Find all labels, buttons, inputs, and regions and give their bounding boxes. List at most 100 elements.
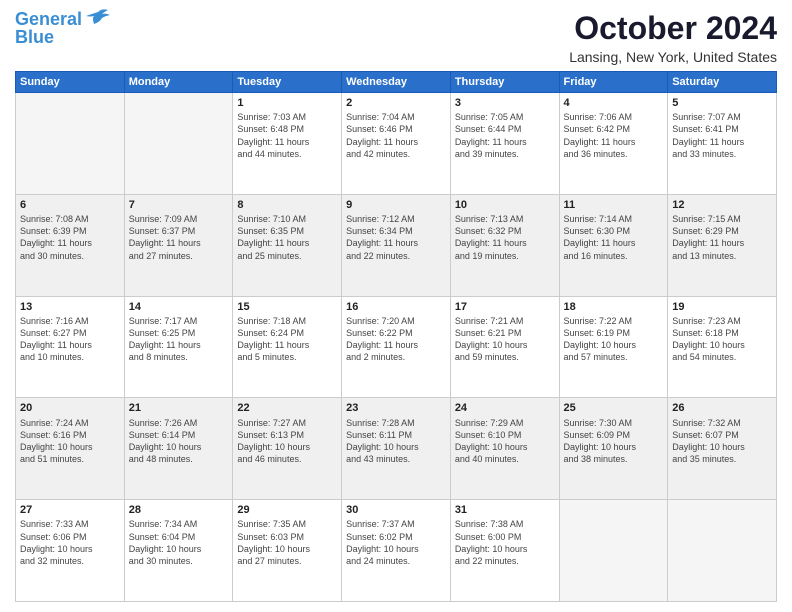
day-info: Sunrise: 7:22 AM Sunset: 6:19 PM Dayligh… [564,315,664,364]
weekday-header-sunday: Sunday [16,72,125,93]
day-number: 2 [346,96,446,110]
day-info: Sunrise: 7:18 AM Sunset: 6:24 PM Dayligh… [237,315,337,364]
calendar-cell: 22 Sunrise: 7:27 AM Sunset: 6:13 PM Dayli… [233,398,342,500]
calendar-cell: 18Sunrise: 7:22 AM Sunset: 6:19 PM Dayli… [559,296,668,398]
calendar-cell: 20 Sunrise: 7:24 AM Sunset: 6:16 PM Dayli… [16,398,125,500]
calendar-cell: 8Sunrise: 7:10 AM Sunset: 6:35 PM Daylig… [233,194,342,296]
calendar-cell: 21 Sunrise: 7:26 AM Sunset: 6:14 PM Dayli… [124,398,233,500]
day-info: Sunrise: 7:16 AM Sunset: 6:27 PM Dayligh… [20,315,120,364]
calendar-cell: 30Sunrise: 7:37 AM Sunset: 6:02 PM Dayli… [342,500,451,602]
day-number: 19 [672,300,772,314]
day-number: 21 [129,401,229,415]
calendar-cell: 28Sunrise: 7:34 AM Sunset: 6:04 PM Dayli… [124,500,233,602]
day-info: Sunrise: 7:08 AM Sunset: 6:39 PM Dayligh… [20,213,120,262]
day-info: Sunrise: 7:35 AM Sunset: 6:03 PM Dayligh… [237,518,337,567]
day-number: 18 [564,300,664,314]
day-info: Sunrise: 7:04 AM Sunset: 6:46 PM Dayligh… [346,111,446,160]
day-info: Sunrise: 7:34 AM Sunset: 6:04 PM Dayligh… [129,518,229,567]
calendar-cell: 13Sunrise: 7:16 AM Sunset: 6:27 PM Dayli… [16,296,125,398]
day-info: Sunrise: 7:14 AM Sunset: 6:30 PM Dayligh… [564,213,664,262]
calendar-cell: 6Sunrise: 7:08 AM Sunset: 6:39 PM Daylig… [16,194,125,296]
day-number: 28 [129,503,229,517]
calendar-row: 1Sunrise: 7:03 AM Sunset: 6:48 PM Daylig… [16,93,777,195]
day-info: Sunrise: 7:32 AM Sunset: 6:07 PM Dayligh… [672,417,772,466]
logo-text: General Blue [15,10,82,46]
day-number: 9 [346,198,446,212]
weekday-header-wednesday: Wednesday [342,72,451,93]
calendar-cell: 10Sunrise: 7:13 AM Sunset: 6:32 PM Dayli… [450,194,559,296]
day-number: 29 [237,503,337,517]
day-number: 11 [564,198,664,212]
day-info: Sunrise: 7:29 AM Sunset: 6:10 PM Dayligh… [455,417,555,466]
logo-general: General [15,9,82,29]
day-number: 1 [237,96,337,110]
calendar-cell: 24 Sunrise: 7:29 AM Sunset: 6:10 PM Dayli… [450,398,559,500]
calendar-cell: 19Sunrise: 7:23 AM Sunset: 6:18 PM Dayli… [668,296,777,398]
weekday-header-row: SundayMondayTuesdayWednesdayThursdayFrid… [16,72,777,93]
calendar-cell: 26 Sunrise: 7:32 AM Sunset: 6:07 PM Dayli… [668,398,777,500]
calendar-cell [559,500,668,602]
day-number: 20 [20,401,120,415]
day-number: 8 [237,198,337,212]
calendar-cell: 31Sunrise: 7:38 AM Sunset: 6:00 PM Dayli… [450,500,559,602]
logo: General Blue [15,10,112,46]
calendar-cell: 9Sunrise: 7:12 AM Sunset: 6:34 PM Daylig… [342,194,451,296]
weekday-header-monday: Monday [124,72,233,93]
day-info: Sunrise: 7:09 AM Sunset: 6:37 PM Dayligh… [129,213,229,262]
day-info: Sunrise: 7:10 AM Sunset: 6:35 PM Dayligh… [237,213,337,262]
calendar-row: 27Sunrise: 7:33 AM Sunset: 6:06 PM Dayli… [16,500,777,602]
calendar-cell: 12Sunrise: 7:15 AM Sunset: 6:29 PM Dayli… [668,194,777,296]
day-number: 7 [129,198,229,212]
weekday-header-tuesday: Tuesday [233,72,342,93]
day-number: 31 [455,503,555,517]
day-info: Sunrise: 7:28 AM Sunset: 6:11 PM Dayligh… [346,417,446,466]
day-number: 16 [346,300,446,314]
day-info: Sunrise: 7:21 AM Sunset: 6:21 PM Dayligh… [455,315,555,364]
day-info: Sunrise: 7:03 AM Sunset: 6:48 PM Dayligh… [237,111,337,160]
day-info: Sunrise: 7:07 AM Sunset: 6:41 PM Dayligh… [672,111,772,160]
header: General Blue October 2024 Lansing, New Y… [15,10,777,65]
calendar-cell: 16Sunrise: 7:20 AM Sunset: 6:22 PM Dayli… [342,296,451,398]
day-info: Sunrise: 7:20 AM Sunset: 6:22 PM Dayligh… [346,315,446,364]
calendar-cell: 11Sunrise: 7:14 AM Sunset: 6:30 PM Dayli… [559,194,668,296]
calendar-row: 20 Sunrise: 7:24 AM Sunset: 6:16 PM Dayli… [16,398,777,500]
calendar-cell [124,93,233,195]
day-info: Sunrise: 7:24 AM Sunset: 6:16 PM Dayligh… [20,417,120,466]
day-number: 17 [455,300,555,314]
day-info: Sunrise: 7:33 AM Sunset: 6:06 PM Dayligh… [20,518,120,567]
month-title: October 2024 [569,10,777,47]
day-info: Sunrise: 7:27 AM Sunset: 6:13 PM Dayligh… [237,417,337,466]
day-number: 12 [672,198,772,212]
day-info: Sunrise: 7:05 AM Sunset: 6:44 PM Dayligh… [455,111,555,160]
day-info: Sunrise: 7:30 AM Sunset: 6:09 PM Dayligh… [564,417,664,466]
day-number: 26 [672,401,772,415]
location: Lansing, New York, United States [569,49,777,65]
day-number: 6 [20,198,120,212]
calendar-cell: 23Sunrise: 7:28 AM Sunset: 6:11 PM Dayli… [342,398,451,500]
calendar-cell: 29Sunrise: 7:35 AM Sunset: 6:03 PM Dayli… [233,500,342,602]
day-number: 10 [455,198,555,212]
weekday-header-saturday: Saturday [668,72,777,93]
calendar-cell [16,93,125,195]
calendar-cell: 25Sunrise: 7:30 AM Sunset: 6:09 PM Dayli… [559,398,668,500]
day-info: Sunrise: 7:38 AM Sunset: 6:00 PM Dayligh… [455,518,555,567]
calendar-cell: 1Sunrise: 7:03 AM Sunset: 6:48 PM Daylig… [233,93,342,195]
day-number: 15 [237,300,337,314]
day-info: Sunrise: 7:06 AM Sunset: 6:42 PM Dayligh… [564,111,664,160]
day-info: Sunrise: 7:12 AM Sunset: 6:34 PM Dayligh… [346,213,446,262]
day-info: Sunrise: 7:15 AM Sunset: 6:29 PM Dayligh… [672,213,772,262]
calendar-cell: 7Sunrise: 7:09 AM Sunset: 6:37 PM Daylig… [124,194,233,296]
day-info: Sunrise: 7:17 AM Sunset: 6:25 PM Dayligh… [129,315,229,364]
calendar-row: 13Sunrise: 7:16 AM Sunset: 6:27 PM Dayli… [16,296,777,398]
day-info: Sunrise: 7:26 AM Sunset: 6:14 PM Dayligh… [129,417,229,466]
day-number: 13 [20,300,120,314]
day-number: 27 [20,503,120,517]
day-number: 5 [672,96,772,110]
day-number: 24 [455,401,555,415]
calendar-table: SundayMondayTuesdayWednesdayThursdayFrid… [15,71,777,602]
day-number: 22 [237,401,337,415]
day-info: Sunrise: 7:37 AM Sunset: 6:02 PM Dayligh… [346,518,446,567]
calendar-cell: 14Sunrise: 7:17 AM Sunset: 6:25 PM Dayli… [124,296,233,398]
calendar-cell: 15Sunrise: 7:18 AM Sunset: 6:24 PM Dayli… [233,296,342,398]
calendar-cell: 5Sunrise: 7:07 AM Sunset: 6:41 PM Daylig… [668,93,777,195]
